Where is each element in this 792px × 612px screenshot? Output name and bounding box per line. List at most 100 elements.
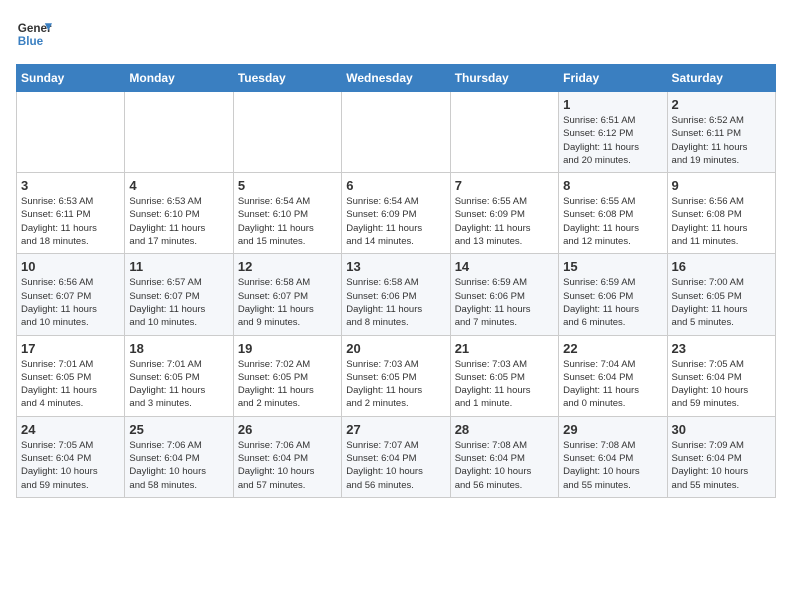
day-info: Sunrise: 6:58 AM Sunset: 6:07 PM Dayligh… (238, 276, 337, 329)
calendar-cell: 23 Sunrise: 7:05 AM Sunset: 6:04 PM Dayli… (667, 335, 775, 416)
day-number: 27 (346, 422, 445, 437)
day-number: 7 (455, 178, 554, 193)
calendar-cell: 18 Sunrise: 7:01 AM Sunset: 6:05 PM Dayli… (125, 335, 233, 416)
calendar-cell: 28 Sunrise: 7:08 AM Sunset: 6:04 PM Dayli… (450, 416, 558, 497)
day-info: Sunrise: 7:06 AM Sunset: 6:04 PM Dayligh… (129, 439, 228, 492)
calendar-cell: 22Sunrise: 7:04 AM Sunset: 6:04 PM Dayli… (559, 335, 667, 416)
calendar-cell: 24 Sunrise: 7:05 AM Sunset: 6:04 PM Dayli… (17, 416, 125, 497)
day-number: 18 (129, 341, 228, 356)
day-info: Sunrise: 7:07 AM Sunset: 6:04 PM Dayligh… (346, 439, 445, 492)
logo: General Blue (16, 16, 52, 52)
day-number: 3 (21, 178, 120, 193)
day-number: 11 (129, 259, 228, 274)
day-number: 16 (672, 259, 771, 274)
day-info: Sunrise: 6:59 AM Sunset: 6:06 PM Dayligh… (455, 276, 554, 329)
calendar-table: SundayMondayTuesdayWednesdayThursdayFrid… (16, 64, 776, 498)
day-number: 4 (129, 178, 228, 193)
weekday-header: Wednesday (342, 65, 450, 92)
day-info: Sunrise: 6:56 AM Sunset: 6:08 PM Dayligh… (672, 195, 771, 248)
day-info: Sunrise: 7:08 AM Sunset: 6:04 PM Dayligh… (455, 439, 554, 492)
calendar-cell: 6Sunrise: 6:54 AM Sunset: 6:09 PM Daylig… (342, 173, 450, 254)
day-number: 9 (672, 178, 771, 193)
calendar-cell: 17 Sunrise: 7:01 AM Sunset: 6:05 PM Dayli… (17, 335, 125, 416)
day-number: 15 (563, 259, 662, 274)
day-info: Sunrise: 6:55 AM Sunset: 6:08 PM Dayligh… (563, 195, 662, 248)
day-number: 25 (129, 422, 228, 437)
calendar-cell: 11 Sunrise: 6:57 AM Sunset: 6:07 PM Dayli… (125, 254, 233, 335)
day-number: 26 (238, 422, 337, 437)
calendar-cell: 13 Sunrise: 6:58 AM Sunset: 6:06 PM Dayli… (342, 254, 450, 335)
calendar-cell: 27 Sunrise: 7:07 AM Sunset: 6:04 PM Dayli… (342, 416, 450, 497)
calendar-cell: 29 Sunrise: 7:08 AM Sunset: 6:04 PM Dayli… (559, 416, 667, 497)
calendar-cell: 5 Sunrise: 6:54 AM Sunset: 6:10 PM Daylig… (233, 173, 341, 254)
calendar-cell: 14 Sunrise: 6:59 AM Sunset: 6:06 PM Dayli… (450, 254, 558, 335)
svg-text:Blue: Blue (18, 35, 44, 48)
day-info: Sunrise: 6:54 AM Sunset: 6:10 PM Dayligh… (238, 195, 337, 248)
calendar-cell: 25 Sunrise: 7:06 AM Sunset: 6:04 PM Dayli… (125, 416, 233, 497)
calendar-cell (233, 92, 341, 173)
calendar-cell: 4Sunrise: 6:53 AM Sunset: 6:10 PM Daylig… (125, 173, 233, 254)
calendar-cell: 16Sunrise: 7:00 AM Sunset: 6:05 PM Dayli… (667, 254, 775, 335)
calendar-cell: 7 Sunrise: 6:55 AM Sunset: 6:09 PM Daylig… (450, 173, 558, 254)
day-number: 14 (455, 259, 554, 274)
day-info: Sunrise: 7:01 AM Sunset: 6:05 PM Dayligh… (21, 358, 120, 411)
day-number: 28 (455, 422, 554, 437)
day-info: Sunrise: 6:55 AM Sunset: 6:09 PM Dayligh… (455, 195, 554, 248)
calendar-cell: 9 Sunrise: 6:56 AM Sunset: 6:08 PM Daylig… (667, 173, 775, 254)
day-number: 10 (21, 259, 120, 274)
day-info: Sunrise: 6:58 AM Sunset: 6:06 PM Dayligh… (346, 276, 445, 329)
calendar-cell: 30 Sunrise: 7:09 AM Sunset: 6:04 PM Dayli… (667, 416, 775, 497)
day-info: Sunrise: 7:03 AM Sunset: 6:05 PM Dayligh… (346, 358, 445, 411)
calendar-cell: 19 Sunrise: 7:02 AM Sunset: 6:05 PM Dayli… (233, 335, 341, 416)
day-info: Sunrise: 7:08 AM Sunset: 6:04 PM Dayligh… (563, 439, 662, 492)
weekday-header: Monday (125, 65, 233, 92)
calendar-cell (17, 92, 125, 173)
day-info: Sunrise: 6:57 AM Sunset: 6:07 PM Dayligh… (129, 276, 228, 329)
calendar-cell: 26 Sunrise: 7:06 AM Sunset: 6:04 PM Dayli… (233, 416, 341, 497)
day-info: Sunrise: 7:02 AM Sunset: 6:05 PM Dayligh… (238, 358, 337, 411)
day-number: 24 (21, 422, 120, 437)
day-info: Sunrise: 6:54 AM Sunset: 6:09 PM Dayligh… (346, 195, 445, 248)
day-info: Sunrise: 7:05 AM Sunset: 6:04 PM Dayligh… (672, 358, 771, 411)
day-info: Sunrise: 7:01 AM Sunset: 6:05 PM Dayligh… (129, 358, 228, 411)
calendar-cell: 2 Sunrise: 6:52 AM Sunset: 6:11 PM Daylig… (667, 92, 775, 173)
weekday-header: Friday (559, 65, 667, 92)
day-number: 13 (346, 259, 445, 274)
day-number: 8 (563, 178, 662, 193)
day-info: Sunrise: 6:51 AM Sunset: 6:12 PM Dayligh… (563, 114, 662, 167)
calendar-cell: 10 Sunrise: 6:56 AM Sunset: 6:07 PM Dayli… (17, 254, 125, 335)
day-number: 1 (563, 97, 662, 112)
weekday-header: Tuesday (233, 65, 341, 92)
day-number: 2 (672, 97, 771, 112)
day-number: 5 (238, 178, 337, 193)
weekday-header: Sunday (17, 65, 125, 92)
weekday-header: Saturday (667, 65, 775, 92)
day-number: 19 (238, 341, 337, 356)
day-info: Sunrise: 6:52 AM Sunset: 6:11 PM Dayligh… (672, 114, 771, 167)
day-info: Sunrise: 7:03 AM Sunset: 6:05 PM Dayligh… (455, 358, 554, 411)
page-header: General Blue (16, 16, 776, 52)
calendar-cell: 21Sunrise: 7:03 AM Sunset: 6:05 PM Dayli… (450, 335, 558, 416)
day-number: 23 (672, 341, 771, 356)
calendar-cell: 1 Sunrise: 6:51 AM Sunset: 6:12 PM Daylig… (559, 92, 667, 173)
day-number: 20 (346, 341, 445, 356)
calendar-cell (125, 92, 233, 173)
calendar-cell: 8 Sunrise: 6:55 AM Sunset: 6:08 PM Daylig… (559, 173, 667, 254)
day-info: Sunrise: 6:53 AM Sunset: 6:11 PM Dayligh… (21, 195, 120, 248)
day-info: Sunrise: 7:05 AM Sunset: 6:04 PM Dayligh… (21, 439, 120, 492)
day-number: 17 (21, 341, 120, 356)
day-number: 29 (563, 422, 662, 437)
day-number: 12 (238, 259, 337, 274)
calendar-cell: 15 Sunrise: 6:59 AM Sunset: 6:06 PM Dayli… (559, 254, 667, 335)
day-number: 30 (672, 422, 771, 437)
calendar-cell: 3 Sunrise: 6:53 AM Sunset: 6:11 PM Daylig… (17, 173, 125, 254)
logo-icon: General Blue (16, 16, 52, 52)
calendar-cell (450, 92, 558, 173)
day-info: Sunrise: 7:04 AM Sunset: 6:04 PM Dayligh… (563, 358, 662, 411)
day-info: Sunrise: 6:56 AM Sunset: 6:07 PM Dayligh… (21, 276, 120, 329)
day-info: Sunrise: 7:09 AM Sunset: 6:04 PM Dayligh… (672, 439, 771, 492)
calendar-cell: 12 Sunrise: 6:58 AM Sunset: 6:07 PM Dayli… (233, 254, 341, 335)
day-info: Sunrise: 7:06 AM Sunset: 6:04 PM Dayligh… (238, 439, 337, 492)
weekday-header: Thursday (450, 65, 558, 92)
day-info: Sunrise: 6:59 AM Sunset: 6:06 PM Dayligh… (563, 276, 662, 329)
